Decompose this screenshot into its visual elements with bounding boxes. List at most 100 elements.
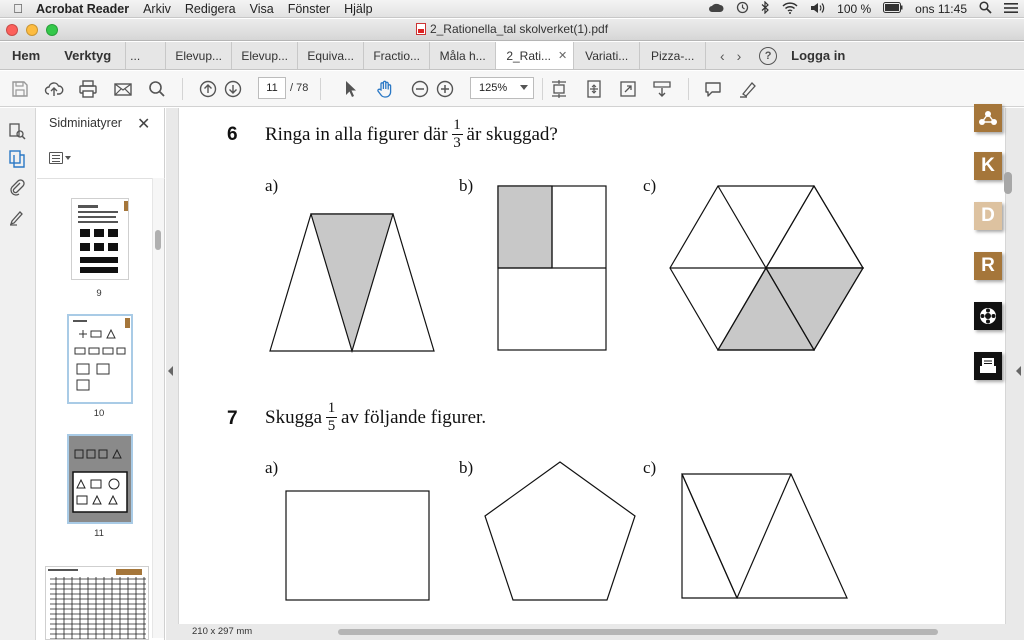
document-scrollbar-thumb[interactable] <box>1004 172 1012 194</box>
menu-redigera[interactable]: Redigera <box>185 2 236 16</box>
previous-page-icon[interactable] <box>196 77 220 101</box>
help-button[interactable]: ? <box>755 42 781 69</box>
tab-home[interactable]: Hem <box>0 42 52 69</box>
document-tab[interactable]: Måla h... <box>429 42 495 69</box>
tab-tools[interactable]: Verktyg <box>52 42 125 69</box>
fit-page-icon[interactable] <box>547 77 571 101</box>
gear-tool-icon[interactable] <box>974 302 1002 330</box>
document-tab[interactable]: Elevup... <box>231 42 297 69</box>
organize-pages-tool-icon[interactable] <box>974 104 1002 132</box>
document-tab[interactable]: ... <box>125 42 165 69</box>
thumbnail-options-button[interactable] <box>49 150 75 166</box>
email-icon[interactable] <box>111 77 135 101</box>
question-text-before: Ringa in alla figurer där <box>265 123 448 145</box>
page-number-input[interactable]: 11 <box>258 77 286 99</box>
panel-divider <box>37 178 165 179</box>
volume-icon[interactable] <box>810 2 825 17</box>
question-number: 6 <box>227 124 238 145</box>
page-thumbnail-number: 10 <box>93 408 105 419</box>
fraction-denominator: 5 <box>327 418 336 434</box>
page-thumbnail-current[interactable] <box>67 434 133 524</box>
zoom-level-value: 125% <box>479 82 508 94</box>
wifi-icon[interactable] <box>782 1 798 17</box>
pages-icon[interactable] <box>6 148 28 170</box>
print-production-tool-icon[interactable] <box>974 352 1002 380</box>
page-size-label: 210 x 297 mm <box>192 626 253 637</box>
attachment-icon[interactable] <box>6 176 28 198</box>
bluetooth-icon[interactable] <box>761 0 770 17</box>
close-panel-icon[interactable]: ✕ <box>137 114 150 134</box>
tab-bar: Hem Verktyg ... Elevup... Elevup... Equi… <box>0 42 1024 70</box>
creative-cloud-icon[interactable] <box>708 2 724 17</box>
spotlight-icon[interactable] <box>979 1 992 17</box>
page-thumbnail[interactable] <box>45 566 149 640</box>
time-machine-icon[interactable] <box>736 1 749 17</box>
subquestion-label: a) <box>265 176 279 195</box>
page-thumbnails-tool-icon[interactable] <box>6 120 28 142</box>
toolbar-divider <box>320 78 321 100</box>
document-tab[interactable]: Fractio... <box>363 42 429 69</box>
thumbnails-scrollbar[interactable] <box>152 178 164 638</box>
fraction: 13 <box>451 118 463 151</box>
comment-icon[interactable] <box>701 77 725 101</box>
zoom-in-icon[interactable] <box>433 77 457 101</box>
print-icon[interactable] <box>76 77 100 101</box>
subquestion-label: b) <box>459 176 474 195</box>
tool-r-icon[interactable]: R <box>974 252 1002 280</box>
next-page-icon[interactable] <box>221 77 245 101</box>
tab-scroll-arrows: ‹ › <box>705 42 755 69</box>
menu-hjalp[interactable]: Hjälp <box>344 2 373 16</box>
document-tab-active[interactable]: 2_Rati... ✕ <box>495 42 574 69</box>
login-button[interactable]: Logga in <box>781 42 855 69</box>
question-text-after: av följande figurer. <box>341 406 487 428</box>
menu-clock[interactable]: ons 11:45 <box>915 2 967 16</box>
scroll-mode-icon[interactable] <box>650 77 674 101</box>
hand-tool-icon[interactable] <box>373 77 397 101</box>
help-icon: ? <box>759 46 778 65</box>
document-tab[interactable]: Variati... <box>573 42 639 69</box>
signature-icon[interactable] <box>6 206 28 228</box>
question-text-before: Skugga <box>265 406 322 428</box>
document-tab-label: 2_Rati... <box>506 48 552 63</box>
tab-scroll-left-icon[interactable]: ‹ <box>720 48 725 64</box>
document-tab[interactable]: Elevup... <box>165 42 231 69</box>
save-icon[interactable] <box>8 77 32 101</box>
tab-scroll-right-icon[interactable]: › <box>737 48 742 64</box>
full-screen-icon[interactable] <box>616 77 640 101</box>
cloud-upload-icon[interactable] <box>42 77 66 101</box>
horizontal-scrollbar-thumb[interactable] <box>338 629 938 635</box>
menu-visa[interactable]: Visa <box>250 2 274 16</box>
battery-icon[interactable] <box>883 2 903 16</box>
pdf-page: 6 Ringa in alla figurer där 13 är skugga… <box>178 108 1006 624</box>
zoom-out-icon[interactable] <box>408 77 432 101</box>
menu-arkiv[interactable]: Arkiv <box>143 2 171 16</box>
select-cursor-icon[interactable] <box>338 77 362 101</box>
rotate-view-icon[interactable] <box>582 77 606 101</box>
page-thumbnail-number: 9 <box>96 288 102 299</box>
expand-right-panel-icon[interactable] <box>1016 366 1021 376</box>
document-viewport[interactable]: 6 Ringa in alla figurer där 13 är skugga… <box>166 108 1024 640</box>
document-tab[interactable]: Equiva... <box>297 42 363 69</box>
close-tab-icon[interactable]: ✕ <box>558 49 567 62</box>
apple-menu-icon[interactable]:  <box>0 1 36 16</box>
status-area: 100 % ons 11:45 <box>708 0 1018 18</box>
thumbnails-panel: Sidminiatyrer ✕ 9 10 11 <box>37 108 165 640</box>
collapse-left-panel-icon[interactable] <box>168 366 173 376</box>
menu-fonster[interactable]: Fönster <box>288 2 330 16</box>
document-tab[interactable]: Pizza-... <box>639 42 705 69</box>
page-thumbnail[interactable] <box>67 314 133 404</box>
blank-rectangle-figure <box>285 490 430 601</box>
scrollbar-thumb[interactable] <box>155 230 161 250</box>
question-text: Ringa in alla figurer där 13 är skuggad? <box>265 118 558 151</box>
menu-bar:  Acrobat Reader Arkiv Redigera Visa Fön… <box>0 0 1024 18</box>
tool-k-icon[interactable]: K <box>974 152 1002 180</box>
subquestion-label: b) <box>459 458 474 477</box>
tool-d-icon[interactable]: D <box>974 202 1002 230</box>
page-thumbnail[interactable] <box>71 198 129 280</box>
notification-center-icon[interactable] <box>1004 2 1018 17</box>
menu-app-name[interactable]: Acrobat Reader <box>36 2 129 16</box>
search-icon[interactable] <box>145 77 169 101</box>
highlight-pen-icon[interactable] <box>736 77 760 101</box>
zoom-level-select[interactable]: 125% <box>470 77 534 99</box>
page-thumbnail-number: 11 <box>94 528 104 539</box>
